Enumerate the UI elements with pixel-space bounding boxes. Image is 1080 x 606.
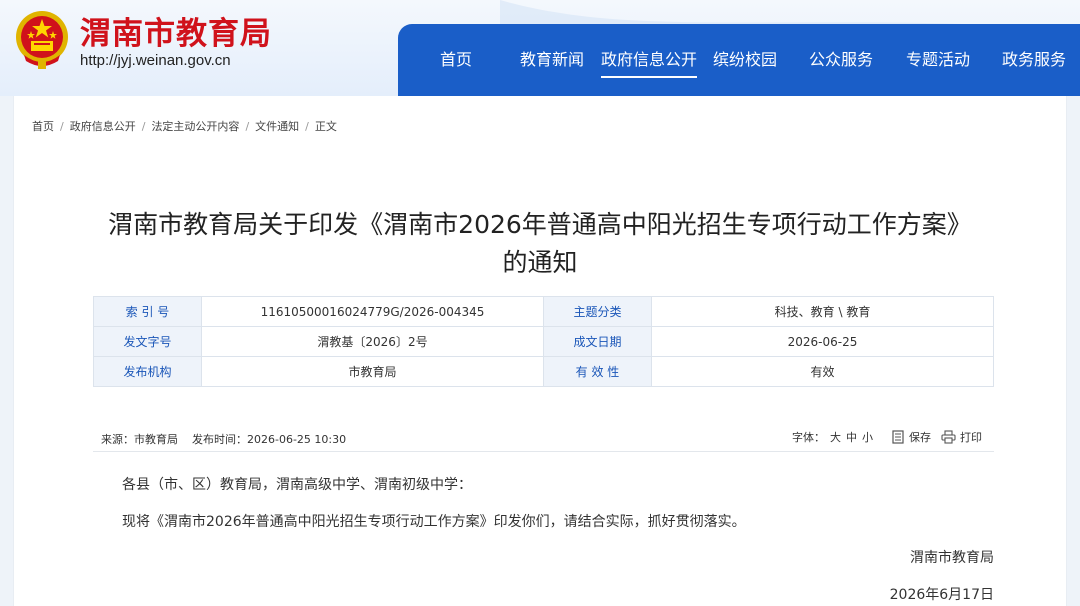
font-size-large[interactable]: 大: [830, 431, 841, 444]
site-title[interactable]: 渭南市教育局: [80, 8, 272, 53]
meta-label-doc-no: 发文字号: [93, 326, 202, 357]
font-size-control: 字体： 大中小: [792, 429, 873, 445]
meta-value-index: 11610500016024779G/2026-004345: [201, 296, 544, 327]
breadcrumb-current: 正文: [314, 120, 337, 133]
document-meta-table: 索 引 号 11610500016024779G/2026-004345 主题分…: [93, 296, 994, 387]
breadcrumb-gov-info[interactable]: 政府信息公开: [70, 120, 136, 133]
meta-label-topic: 主题分类: [543, 296, 652, 327]
table-row: 发布机构 市教育局 有 效 性 有效: [93, 356, 994, 387]
print-label: 打印: [960, 431, 982, 444]
article-title-line-2: 的通知: [502, 248, 578, 277]
breadcrumb-separator: /: [305, 120, 309, 133]
breadcrumb-separator: /: [245, 120, 250, 133]
site-header: 渭南市教育局 http://jyj.weinan.gov.cn 首页 教育新闻 …: [0, 0, 1080, 96]
article-title: 渭南市教育局关于印发《渭南市2026年普通高中阳光招生专项行动工作方案》 的通知: [60, 206, 1020, 282]
nav-item-special-events[interactable]: 专题活动: [906, 24, 970, 96]
national-emblem-icon: [16, 11, 68, 69]
nav-item-home[interactable]: 首页: [440, 24, 472, 96]
nav-item-gov-service[interactable]: 政务服务: [1002, 24, 1066, 96]
print-button[interactable]: 打印: [941, 429, 982, 445]
table-row: 索 引 号 11610500016024779G/2026-004345 主题分…: [93, 296, 994, 327]
meta-label-index: 索 引 号: [93, 296, 202, 327]
print-icon: [941, 430, 956, 444]
font-size-small[interactable]: 小: [862, 431, 873, 444]
save-button[interactable]: 保存: [891, 429, 931, 445]
nav-item-gov-info[interactable]: 政府信息公开: [601, 24, 698, 96]
publish-time: 发布时间：2026-06-25 10:30: [192, 433, 347, 446]
main-nav: 首页 教育新闻 政府信息公开 缤纷校园 公众服务 专题活动 政务服务: [398, 24, 1080, 96]
nav-item-education-news[interactable]: 教育新闻: [520, 24, 584, 96]
meta-label-validity: 有 效 性: [543, 356, 652, 387]
article-salutation: 各县（市、区）教育局，渭南高级中学、渭南初级中学：: [122, 477, 472, 493]
source-info: 来源：市教育局 发布时间：2026-06-25 10:30: [101, 431, 346, 447]
meta-value-issuer: 市教育局: [201, 356, 544, 387]
breadcrumb-separator: /: [141, 120, 146, 133]
table-row: 发文字号 渭教基〔2026〕2号 成文日期 2026-06-25: [93, 326, 994, 357]
article-paragraph: 现将《渭南市2026年普通高中阳光招生专项行动工作方案》印发你们，请结合实际，抓…: [122, 514, 746, 530]
article-tools: 字体： 大中小 保存 打印: [792, 429, 982, 445]
save-label: 保存: [909, 431, 931, 444]
source-bar: 来源：市教育局 发布时间：2026-06-25 10:30 字体： 大中小 保存 打…: [93, 422, 994, 452]
site-url[interactable]: http://jyj.weinan.gov.cn: [80, 52, 231, 69]
breadcrumb: 首页 / 政府信息公开 / 法定主动公开内容 / 文件通知 / 正文: [32, 118, 337, 134]
breadcrumb-statutory[interactable]: 法定主动公开内容: [151, 120, 239, 133]
meta-label-issuer: 发布机构: [93, 356, 202, 387]
meta-value-doc-no: 渭教基〔2026〕2号: [201, 326, 544, 357]
article-title-line-1: 渭南市教育局关于印发《渭南市2026年普通高中阳光招生专项行动工作方案》: [108, 210, 972, 239]
breadcrumb-separator: /: [60, 120, 64, 133]
font-size-medium[interactable]: 中: [846, 431, 857, 444]
source-text: 来源：市教育局: [101, 433, 178, 446]
meta-value-date: 2026-06-25: [651, 326, 994, 357]
nav-item-public-service[interactable]: 公众服务: [809, 24, 873, 96]
article-sign-date: 2026年6月17日: [889, 587, 994, 603]
font-size-label: 字体：: [792, 431, 825, 444]
breadcrumb-notices[interactable]: 文件通知: [255, 120, 299, 133]
nav-item-campus[interactable]: 缤纷校园: [713, 24, 777, 96]
article-signer: 渭南市教育局: [910, 550, 994, 566]
meta-value-validity: 有效: [651, 356, 994, 387]
save-icon: [892, 430, 904, 444]
meta-label-date: 成文日期: [543, 326, 652, 357]
breadcrumb-home[interactable]: 首页: [32, 120, 54, 133]
meta-value-topic: 科技、教育 \ 教育: [651, 296, 994, 327]
